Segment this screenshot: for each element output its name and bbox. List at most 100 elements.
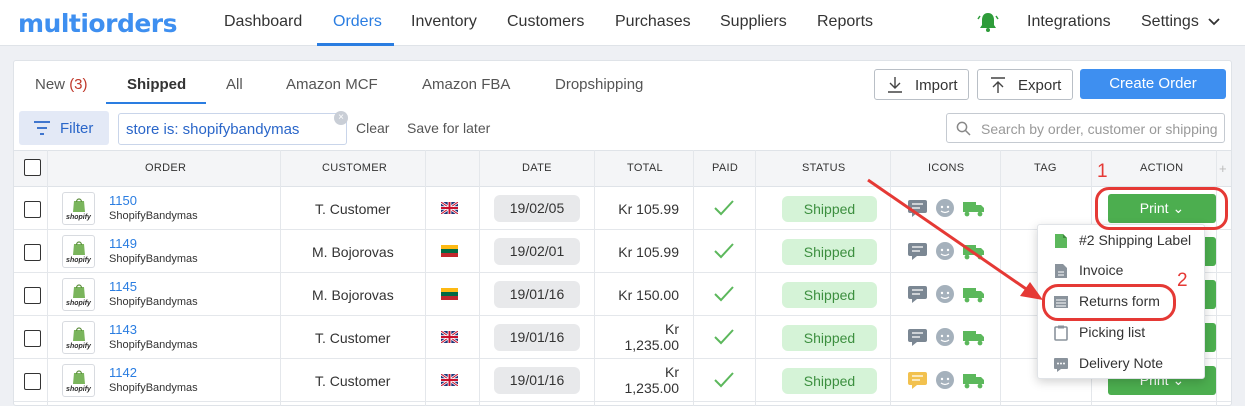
column-tag[interactable]: TAG: [1034, 162, 1057, 174]
customer-face-icon: [936, 242, 954, 260]
tab-all[interactable]: All: [226, 76, 243, 93]
order-total: Kr 1,235.00: [579, 321, 680, 353]
customer-name[interactable]: M. Bojorovas: [312, 287, 394, 303]
filter-button[interactable]: Filter: [19, 111, 109, 145]
order-number-link[interactable]: 1149: [109, 236, 137, 251]
column-divider: [479, 150, 480, 406]
order-total-currency: Kr 105.99: [618, 201, 679, 217]
store-name: ShopifyBandymas: [109, 253, 198, 265]
chevron-down-icon[interactable]: [1207, 15, 1221, 29]
nav-integrations[interactable]: Integrations: [1027, 13, 1111, 31]
import-button[interactable]: Import: [874, 69, 969, 100]
store-name: ShopifyBandymas: [109, 382, 198, 394]
bell-icon[interactable]: [977, 11, 999, 33]
row-checkbox[interactable]: [24, 201, 41, 218]
menu-item-label: Delivery Note: [1079, 355, 1164, 371]
store-name: ShopifyBandymas: [109, 296, 198, 308]
order-number-link[interactable]: 1143: [109, 322, 137, 337]
annotation-step-1: 1: [1097, 161, 1108, 182]
message-icon: [908, 200, 927, 217]
shopify-badge-text: shopify: [66, 214, 91, 221]
note-icon: [1054, 358, 1068, 372]
row-checkbox[interactable]: [24, 330, 41, 347]
export-label: Export: [1018, 77, 1062, 94]
order-date: 19/02/01: [494, 238, 580, 265]
shopify-bag-icon: [73, 241, 85, 255]
truck-icon: [963, 202, 984, 217]
order-number-link[interactable]: 1142: [109, 365, 137, 380]
column-order[interactable]: ORDER: [145, 162, 186, 174]
order-total-currency: Kr 150.00: [618, 287, 679, 303]
app-logo[interactable]: multiorders: [18, 9, 178, 38]
filter-label: Filter: [60, 120, 94, 137]
nav-dashboard[interactable]: Dashboard: [224, 13, 302, 31]
status-badge: Shipped: [782, 325, 877, 351]
row-checkbox[interactable]: [24, 287, 41, 304]
order-date: 19/01/16: [494, 367, 580, 394]
clear-filter-link[interactable]: Clear: [356, 120, 389, 136]
add-column-icon[interactable]: +: [1219, 161, 1227, 176]
nav-customers[interactable]: Customers: [507, 13, 584, 31]
nav-reports[interactable]: Reports: [817, 13, 873, 31]
tab-shipped[interactable]: Shipped: [127, 76, 186, 93]
column-divider: [1000, 150, 1001, 406]
create-order-button[interactable]: Create Order: [1080, 69, 1226, 99]
column-customer[interactable]: CUSTOMER: [322, 162, 387, 174]
column-divider: [280, 150, 281, 406]
column-status[interactable]: STATUS: [802, 162, 846, 174]
row-icons: [908, 242, 984, 260]
truck-icon: [963, 288, 984, 303]
tab-new[interactable]: New (3): [35, 76, 88, 93]
customer-name[interactable]: T. Customer: [315, 330, 390, 346]
shopify-logo: shopify: [62, 278, 95, 311]
truck-icon: [963, 245, 984, 260]
shopify-badge-text: shopify: [66, 343, 91, 350]
shopify-logo: shopify: [62, 364, 95, 397]
nav-orders[interactable]: Orders: [333, 13, 382, 31]
order-total-currency: Kr 105.99: [618, 244, 679, 260]
search-input[interactable]: Search by order, customer or shipping: [946, 113, 1225, 143]
column-date[interactable]: DATE: [522, 162, 552, 174]
close-icon[interactable]: ×: [334, 111, 348, 125]
customer-name[interactable]: T. Customer: [315, 373, 390, 389]
export-button[interactable]: Export: [977, 69, 1073, 100]
nav-purchases[interactable]: Purchases: [615, 13, 691, 31]
shopify-bag-icon: [73, 284, 85, 298]
order-date: 19/02/05: [494, 195, 580, 222]
status-badge: Shipped: [782, 239, 877, 265]
order-number-link[interactable]: 1145: [109, 279, 137, 294]
tab-amazon-fba[interactable]: Amazon FBA: [422, 76, 510, 93]
row-checkbox[interactable]: [24, 244, 41, 261]
shopify-logo: shopify: [62, 192, 95, 225]
tab-dropshipping[interactable]: Dropshipping: [555, 76, 643, 93]
row-checkbox[interactable]: [24, 373, 41, 390]
filter-chip[interactable]: store is: shopifybandymas: [118, 113, 347, 145]
nav-settings[interactable]: Settings: [1141, 13, 1199, 31]
paid-check-icon: [714, 372, 734, 388]
order-total: Kr 105.99: [579, 201, 679, 217]
customer-face-icon: [936, 199, 954, 217]
order-number-link[interactable]: 1150: [109, 193, 137, 208]
paid-check-icon: [714, 329, 734, 345]
save-filter-link[interactable]: Save for later: [407, 120, 490, 136]
nav-inventory[interactable]: Inventory: [411, 13, 477, 31]
select-all-checkbox[interactable]: [24, 159, 41, 176]
order-total: Kr 150.00: [579, 287, 679, 303]
column-paid[interactable]: PAID: [712, 162, 738, 174]
row-icons: [908, 371, 984, 389]
nav-suppliers[interactable]: Suppliers: [720, 13, 787, 31]
customer-name[interactable]: T. Customer: [315, 201, 390, 217]
column-icons[interactable]: ICONS: [928, 162, 964, 174]
shopify-badge-text: shopify: [66, 300, 91, 307]
uk-flag-icon: [441, 374, 458, 386]
truck-icon: [963, 331, 984, 346]
message-icon: [908, 286, 927, 303]
column-action[interactable]: ACTION: [1140, 162, 1183, 174]
status-badge: Shipped: [782, 368, 877, 394]
search-placeholder: Search by order, customer or shipping: [981, 121, 1218, 137]
column-total[interactable]: TOTAL: [627, 162, 663, 174]
search-icon: [956, 121, 971, 136]
tab-amazon-mcf[interactable]: Amazon MCF: [286, 76, 378, 93]
annotation-ring-print: [1095, 187, 1228, 230]
customer-name[interactable]: M. Bojorovas: [312, 244, 394, 260]
